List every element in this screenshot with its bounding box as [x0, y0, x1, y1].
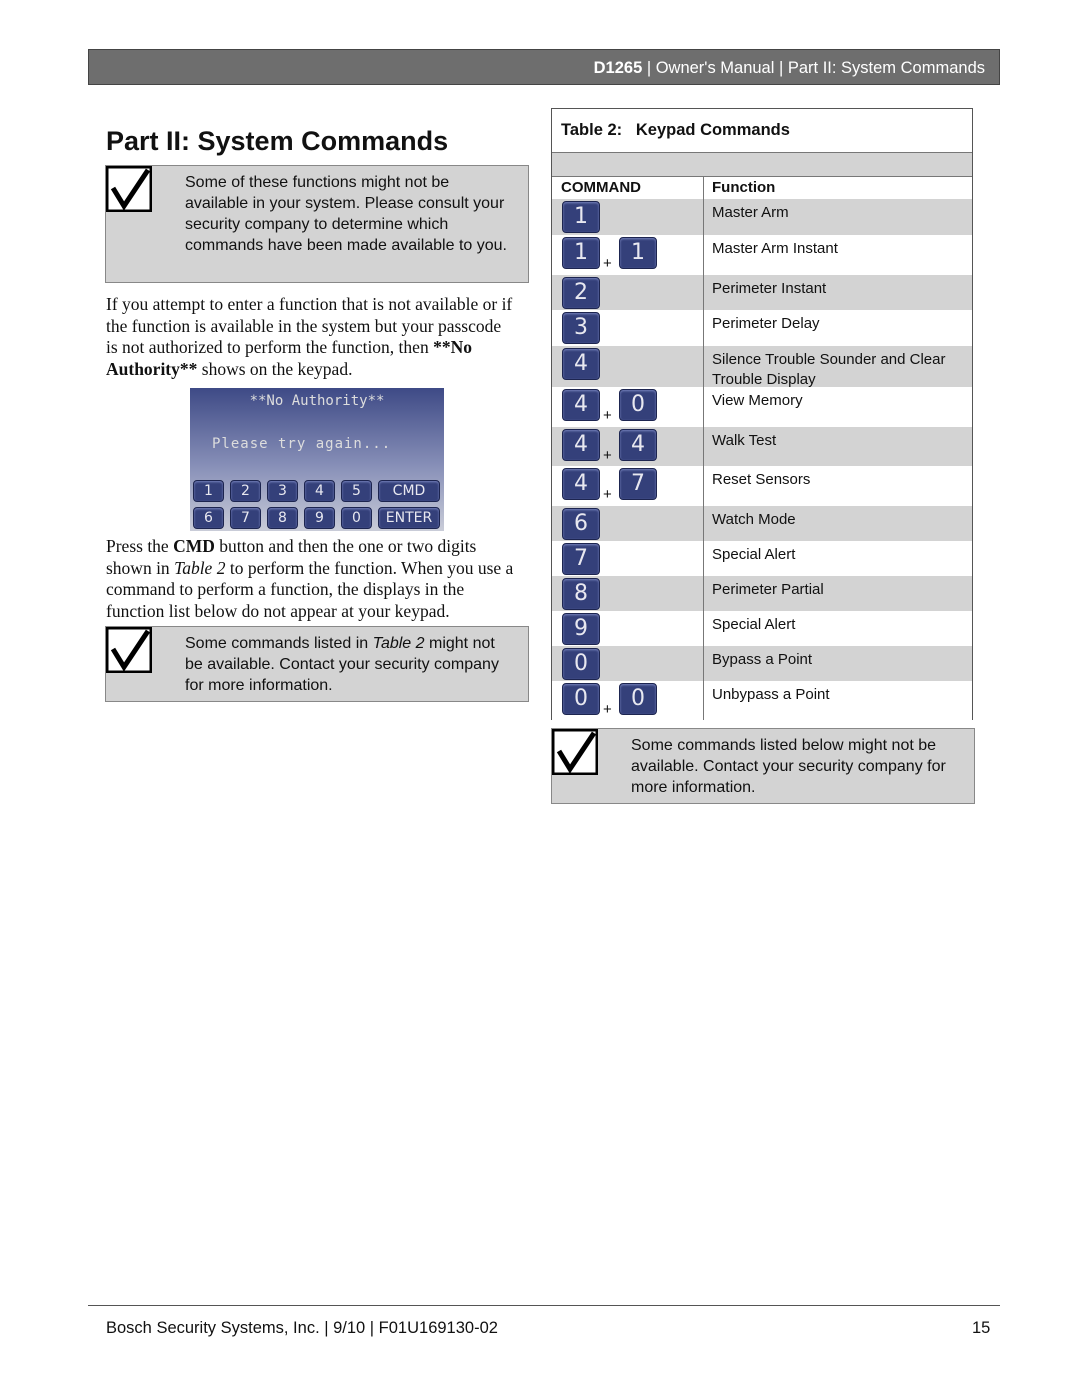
- command-key: 4: [619, 429, 657, 461]
- table-row: 1 1 + Master Arm Instant: [552, 235, 972, 275]
- table-title: Table 2: Keypad Commands: [552, 109, 972, 153]
- table-row: 0 Bypass a Point: [552, 646, 972, 681]
- keypad-display-image: **No Authority** Please try again... 123…: [190, 388, 444, 531]
- table-row: 4 Silence Trouble Sounder and Clear Troub…: [552, 346, 972, 388]
- plus-sign: +: [603, 701, 612, 718]
- column-header-command: COMMAND: [561, 179, 641, 196]
- footer-text: Bosch Security Systems, Inc. | 9/10 | F0…: [106, 1319, 498, 1337]
- command-key: 0: [562, 648, 600, 680]
- table-row: 7 Special Alert: [552, 541, 972, 576]
- keypad-commands-table: Table 2: Keypad Commands COMMAND Functio…: [551, 108, 973, 720]
- note-box: Some commands listed in Table 2 might no…: [105, 626, 529, 702]
- command-key: 4: [562, 468, 600, 500]
- page: D1265 | Owner's Manual | Part II: System…: [0, 0, 1080, 1397]
- command-key: 1: [562, 201, 600, 233]
- header-product: D1265: [593, 59, 643, 77]
- function-cell: Watch Mode: [712, 511, 796, 528]
- function-cell: Special Alert: [712, 546, 796, 563]
- command-key: 4: [562, 348, 600, 380]
- keypad-key: 5: [341, 480, 372, 502]
- keypad-key: CMD: [378, 480, 440, 502]
- table-row: 2 Perimeter Instant: [552, 275, 972, 310]
- command-key: 3: [562, 312, 600, 344]
- note-text: Some commands listed in Table 2 might no…: [185, 635, 499, 694]
- command-key: 7: [619, 468, 657, 500]
- command-key: 2: [562, 277, 600, 309]
- column-header-function: Function: [712, 179, 776, 196]
- function-cell: Silence Trouble Sounder and Clear Troubl…: [712, 351, 946, 388]
- command-key: 8: [562, 578, 600, 610]
- function-cell: Perimeter Partial: [712, 581, 824, 598]
- paragraph-intro: If you attempt to enter a function that …: [106, 294, 513, 379]
- plus-sign: +: [603, 407, 612, 424]
- command-key: 0: [619, 389, 657, 421]
- function-cell: Unbypass a Point: [712, 686, 830, 703]
- running-header: D1265 | Owner's Manual | Part II: System…: [88, 49, 1000, 85]
- keypad-key: ENTER: [378, 507, 440, 529]
- table-row: 9 Special Alert: [552, 611, 972, 646]
- note-text: Some commands listed below might not be …: [631, 737, 946, 796]
- paragraph-instructions: Press the CMD button and then the one or…: [106, 536, 514, 621]
- function-cell: Master Arm Instant: [712, 240, 838, 257]
- plus-sign: +: [603, 447, 612, 464]
- keypad-key: 4: [304, 480, 335, 502]
- command-key: 9: [562, 613, 600, 645]
- function-cell: View Memory: [712, 392, 803, 409]
- table-row: 4 7 + Reset Sensors: [552, 466, 972, 506]
- function-cell: Reset Sensors: [712, 471, 811, 488]
- checkbox-icon: [106, 627, 152, 673]
- function-cell: Perimeter Delay: [712, 315, 820, 332]
- keypad-key: 7: [230, 507, 261, 529]
- function-cell: Master Arm: [712, 204, 789, 221]
- keypad-key: 9: [304, 507, 335, 529]
- keypad-key: 8: [267, 507, 298, 529]
- note-box: Some of these functions might not be ava…: [105, 165, 529, 283]
- header-text: | Owner's Manual | Part II: System Comma…: [642, 59, 985, 77]
- function-cell: Walk Test: [712, 432, 777, 449]
- checkbox-icon: [106, 166, 152, 212]
- command-key: 7: [562, 543, 600, 575]
- command-key: 6: [562, 508, 600, 540]
- table-row: 0 0 + Unbypass a Point: [552, 681, 972, 720]
- note-box: Some commands listed below might not be …: [551, 728, 975, 804]
- keypad-key: 6: [193, 507, 224, 529]
- table-row: 3 Perimeter Delay: [552, 310, 972, 346]
- table-row: 1 Master Arm: [552, 199, 972, 235]
- keypad-key: 3: [267, 480, 298, 502]
- plus-sign: +: [603, 255, 612, 272]
- keypad-key: 2: [230, 480, 261, 502]
- table-row: 4 0 + View Memory: [552, 387, 972, 427]
- table-row: 4 4 + Walk Test: [552, 427, 972, 466]
- plus-sign: +: [603, 486, 612, 503]
- table-row: 8 Perimeter Partial: [552, 576, 972, 611]
- page-title: Part II: System Commands: [106, 126, 449, 156]
- function-cell: Special Alert: [712, 616, 796, 633]
- table-row: 6 Watch Mode: [552, 506, 972, 541]
- keypad-line1: **No Authority**: [249, 393, 385, 409]
- checkbox-icon: [552, 729, 598, 775]
- keypad-key: 1: [193, 480, 224, 502]
- command-key: 1: [619, 237, 657, 269]
- keypad-key: 0: [341, 507, 372, 529]
- command-key: 0: [562, 683, 600, 715]
- footer-rule: [88, 1305, 1000, 1306]
- function-cell: Perimeter Instant: [712, 280, 827, 297]
- keypad-line2: Please try again...: [212, 436, 392, 452]
- page-number: 15: [972, 1319, 991, 1337]
- function-cell: Bypass a Point: [712, 651, 813, 668]
- command-key: 1: [562, 237, 600, 269]
- command-key: 4: [562, 429, 600, 461]
- command-key: 0: [619, 683, 657, 715]
- command-key: 4: [562, 389, 600, 421]
- note-text: Some of these functions might not be ava…: [185, 174, 507, 254]
